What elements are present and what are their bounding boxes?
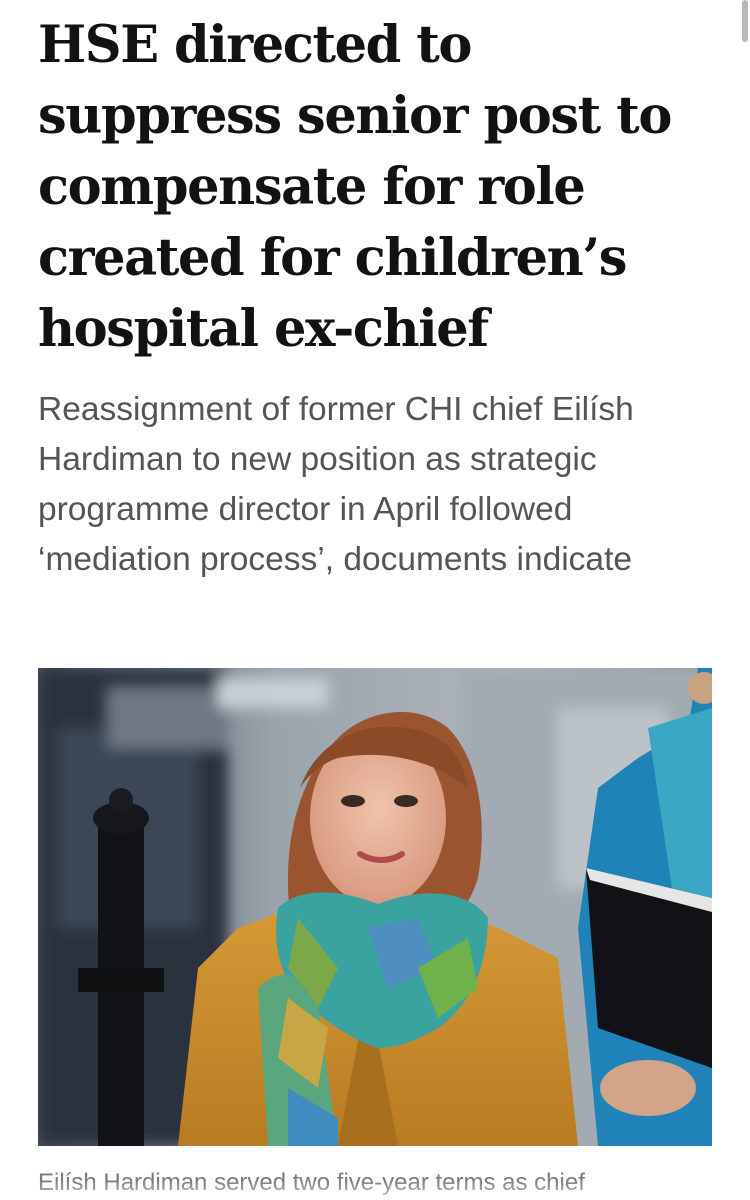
article-photo[interactable] — [38, 668, 712, 1146]
article-headline: HSE directed to suppress senior post to … — [38, 15, 672, 359]
photo-caption: Eilísh Hardiman served two five-year ter… — [38, 1169, 585, 1196]
article: HSE directed to suppress senior post to … — [38, 0, 718, 585]
scrollbar-thumb[interactable] — [742, 0, 748, 42]
article-standfirst: Reassignment of former CHI chief Eilísh … — [38, 391, 634, 578]
